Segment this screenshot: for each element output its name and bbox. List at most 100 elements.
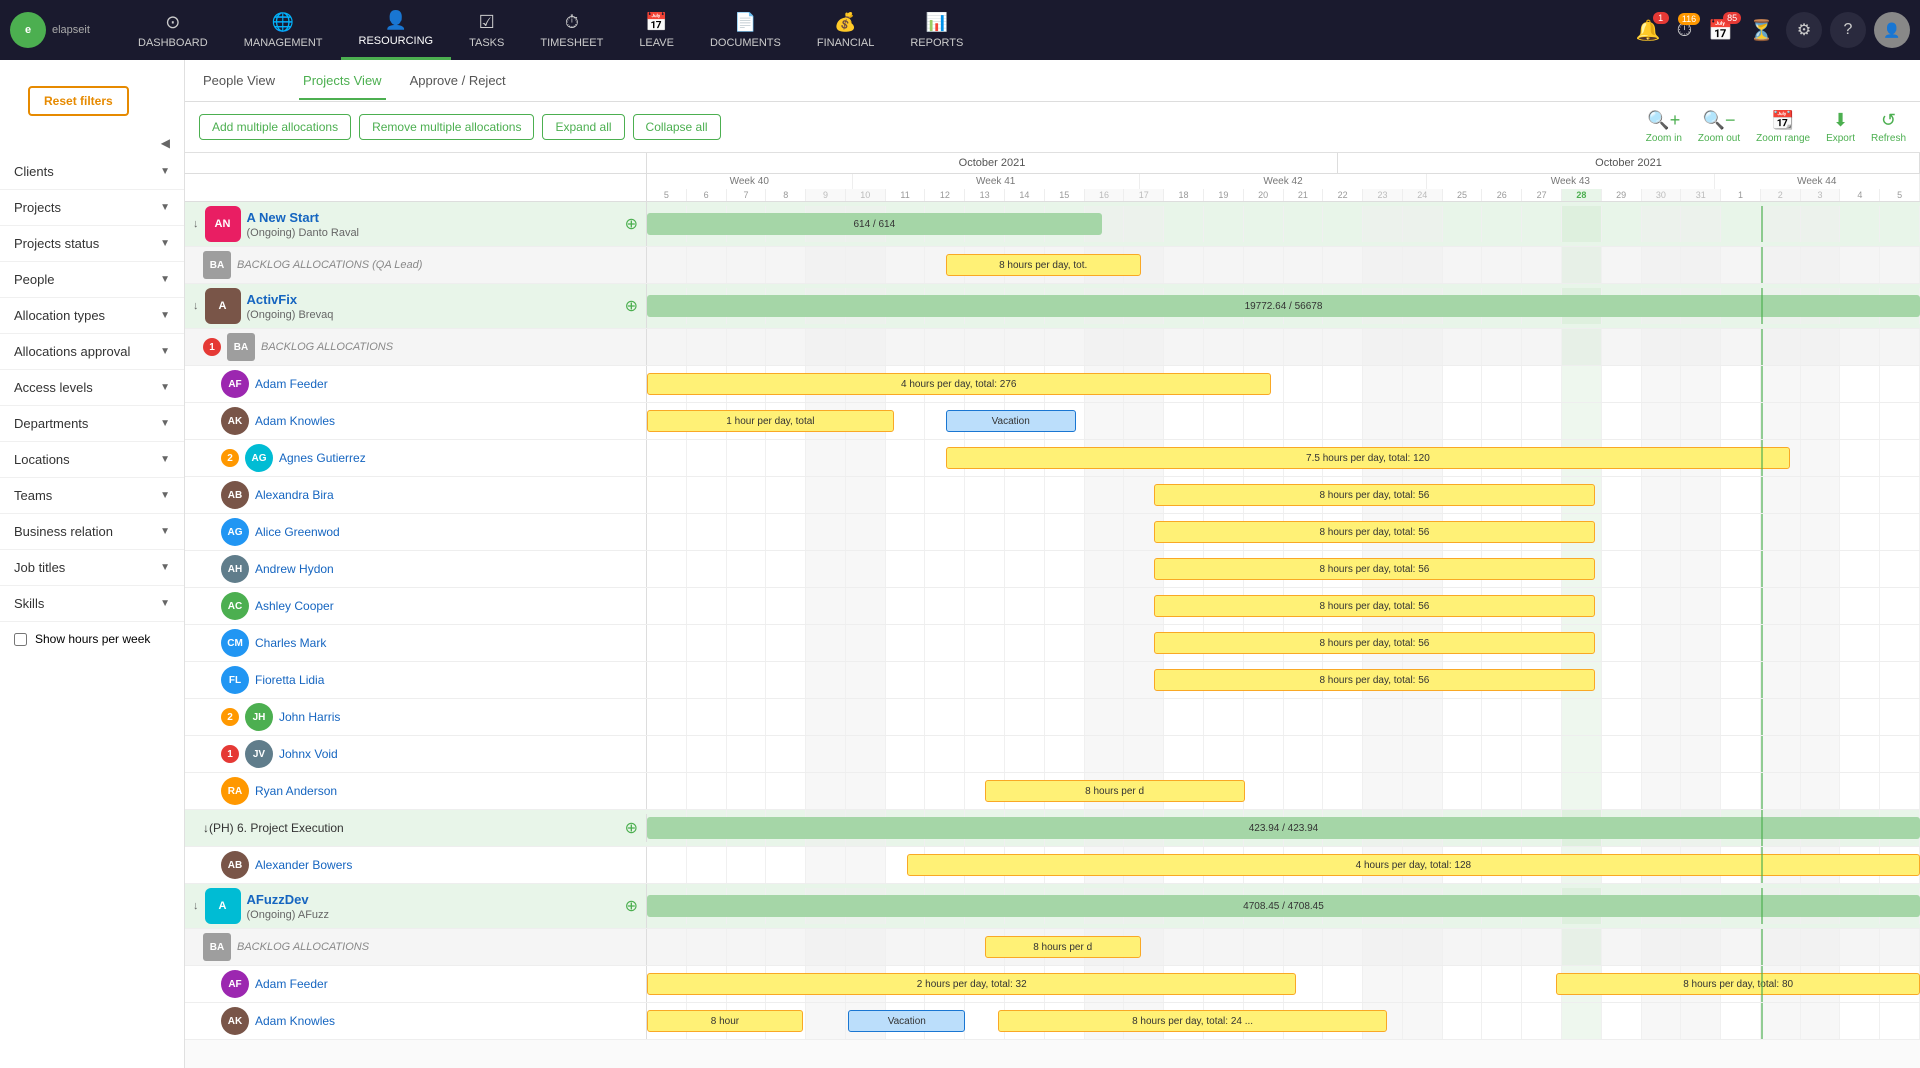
sidebar-filter-projects[interactable]: Projects ▼ (0, 190, 184, 226)
today-line (1761, 662, 1763, 698)
user-avatar[interactable]: 👤 (1874, 12, 1910, 48)
sidebar-filter-projects-status[interactable]: Projects status ▼ (0, 226, 184, 262)
person-name[interactable]: Adam Feeder (255, 977, 328, 991)
zoom-in-btn[interactable]: 🔍+ Zoom in (1646, 110, 1682, 144)
sidebar-filter-locations[interactable]: Locations ▼ (0, 442, 184, 478)
nav-dashboard[interactable]: ⊙ DASHBOARD (120, 0, 226, 60)
gantt-bar[interactable]: 8 hours per day, total: 24 ... (998, 1010, 1388, 1032)
gantt-bar[interactable]: 8 hours per day, total: 56 (1154, 595, 1596, 617)
person-name[interactable]: John Harris (279, 710, 340, 724)
person-name[interactable]: Adam Feeder (255, 377, 328, 391)
tab-people-view[interactable]: People View (199, 63, 279, 100)
nav-documents[interactable]: 📄 DOCUMENTS (692, 0, 799, 60)
nav-timesheet[interactable]: ⏱ TIMESHEET (522, 0, 621, 60)
person-name[interactable]: Johnx Void (279, 747, 338, 761)
sidebar-filter-business-relation[interactable]: Business relation ▼ (0, 514, 184, 550)
collapse-arrow[interactable]: ↓ (193, 300, 199, 312)
gantt-bar[interactable]: 8 hours per day, total: 56 (1154, 632, 1596, 654)
sidebar-collapse-arrow[interactable]: ◀ (0, 132, 184, 154)
person-name[interactable]: Agnes Gutierrez (279, 451, 366, 465)
sidebar-filter-people[interactable]: People ▼ (0, 262, 184, 298)
person-name[interactable]: Ryan Anderson (255, 784, 337, 798)
nav-leave-label: LEAVE (639, 37, 674, 49)
nav-financial[interactable]: 💰 FINANCIAL (799, 0, 892, 60)
collapse-all-button[interactable]: Collapse all (633, 114, 721, 140)
refresh-btn[interactable]: ↺ Refresh (1871, 110, 1906, 144)
sidebar-filter-teams[interactable]: Teams ▼ (0, 478, 184, 514)
nav-leave[interactable]: 📅 LEAVE (621, 0, 692, 60)
gantt-bar[interactable]: 8 hours per day, total: 56 (1154, 669, 1596, 691)
nav-documents-label: DOCUMENTS (710, 37, 781, 49)
gantt-bar[interactable]: 2 hours per day, total: 32 (647, 973, 1296, 995)
settings-btn[interactable]: ⚙ (1786, 12, 1822, 48)
sidebar-filter-skills[interactable]: Skills ▼ (0, 586, 184, 622)
filter-allocations-approval-arrow: ▼ (160, 346, 170, 357)
gantt-row: 2AGAgnes Gutierrez7.5 hours per day, tot… (185, 440, 1920, 477)
calendar-btn[interactable]: 📅 85 (1704, 14, 1737, 47)
sidebar-filter-clients[interactable]: Clients ▼ (0, 154, 184, 190)
zoom-range-btn[interactable]: 📆 Zoom range (1756, 110, 1810, 144)
reset-filters-button[interactable]: Reset filters (28, 86, 129, 116)
person-name[interactable]: Adam Knowles (255, 414, 335, 428)
person-name[interactable]: Adam Knowles (255, 1014, 335, 1028)
gantt-area[interactable]: October 2021 October 2021 Week 40 Week 4… (185, 153, 1920, 1068)
gantt-bar[interactable]: 8 hours per d (985, 936, 1141, 958)
gantt-bar[interactable]: 8 hours per d (985, 780, 1245, 802)
show-hours-checkbox[interactable] (14, 633, 27, 646)
notifications-btn[interactable]: 🔔 1 (1632, 14, 1665, 47)
gantt-days-row: 5678910111213141516171819202122232425262… (185, 189, 1920, 201)
nav-resourcing[interactable]: 👤 RESOURCING (341, 0, 452, 60)
gantt-bar[interactable]: 4 hours per day, total: 128 (907, 854, 1920, 876)
collapse-arrow[interactable]: ↓ (193, 900, 199, 912)
sidebar-filter-departments[interactable]: Departments ▼ (0, 406, 184, 442)
content-area: People View Projects View Approve / Reje… (185, 60, 1920, 1068)
person-name[interactable]: Fioretta Lidia (255, 673, 324, 687)
gantt-bar[interactable]: 7.5 hours per day, total: 120 (946, 447, 1790, 469)
timer-btn[interactable]: ⏱ 116 (1673, 15, 1697, 46)
person-name[interactable]: Andrew Hydon (255, 562, 334, 576)
nav-tasks[interactable]: ☑ TASKS (451, 0, 522, 60)
collapse-arrow[interactable]: ↓ (193, 218, 199, 230)
nav-reports[interactable]: 📊 REPORTS (892, 0, 981, 60)
person-name[interactable]: Charles Mark (255, 636, 326, 650)
person-name[interactable]: Ashley Cooper (255, 599, 334, 613)
today-line (1761, 966, 1763, 1002)
gantt-bar[interactable]: 19772.64 / 56678 (647, 295, 1920, 317)
sidebar-filter-job-titles[interactable]: Job titles ▼ (0, 550, 184, 586)
person-name[interactable]: Alexander Bowers (255, 858, 352, 872)
tab-projects-view[interactable]: Projects View (299, 63, 386, 100)
gantt-bar[interactable]: 8 hours per day, tot. (946, 254, 1141, 276)
gantt-bar[interactable]: 4708.45 / 4708.45 (647, 895, 1920, 917)
expand-all-button[interactable]: Expand all (542, 114, 624, 140)
gantt-bar[interactable]: 423.94 / 423.94 (647, 817, 1920, 839)
add-allocation-btn[interactable]: ⊕ (625, 214, 638, 234)
add-multiple-allocations-button[interactable]: Add multiple allocations (199, 114, 351, 140)
gantt-bar[interactable]: 8 hour (647, 1010, 803, 1032)
help-btn[interactable]: ? (1830, 12, 1866, 48)
logo[interactable]: e elapseit (10, 12, 100, 48)
gantt-bar[interactable]: 8 hours per day, total: 56 (1154, 521, 1596, 543)
gantt-bar[interactable]: 1 hour per day, total (647, 410, 894, 432)
nav-management[interactable]: 🌐 MANAGEMENT (226, 0, 341, 60)
zoom-out-btn[interactable]: 🔍− Zoom out (1698, 110, 1740, 144)
hourglass-btn[interactable]: ⏳ (1745, 14, 1778, 47)
gantt-bar[interactable]: Vacation (946, 410, 1076, 432)
gantt-bar[interactable]: 8 hours per day, total: 56 (1154, 484, 1596, 506)
tab-approve-reject[interactable]: Approve / Reject (406, 63, 510, 100)
export-btn[interactable]: ⬇ Export (1826, 110, 1855, 144)
sidebar-filter-access-levels[interactable]: Access levels ▼ (0, 370, 184, 406)
gantt-row: 2JHJohn Harris (185, 699, 1920, 736)
person-name[interactable]: Alexandra Bira (255, 488, 334, 502)
remove-multiple-allocations-button[interactable]: Remove multiple allocations (359, 114, 534, 140)
sidebar-filter-allocation-types[interactable]: Allocation types ▼ (0, 298, 184, 334)
gantt-bar[interactable]: 614 / 614 (647, 213, 1102, 235)
person-name[interactable]: Alice Greenwod (255, 525, 340, 539)
sidebar-filter-allocations-approval[interactable]: Allocations approval ▼ (0, 334, 184, 370)
gantt-bar[interactable]: 4 hours per day, total: 276 (647, 373, 1271, 395)
add-allocation-btn[interactable]: ⊕ (625, 296, 638, 316)
add-allocation-btn[interactable]: ⊕ (625, 896, 638, 916)
gantt-bar[interactable]: 8 hours per day, total: 80 (1556, 973, 1920, 995)
gantt-bar[interactable]: Vacation (848, 1010, 965, 1032)
add-phase-allocation-btn[interactable]: ⊕ (625, 818, 638, 838)
gantt-bar[interactable]: 8 hours per day, total: 56 (1154, 558, 1596, 580)
